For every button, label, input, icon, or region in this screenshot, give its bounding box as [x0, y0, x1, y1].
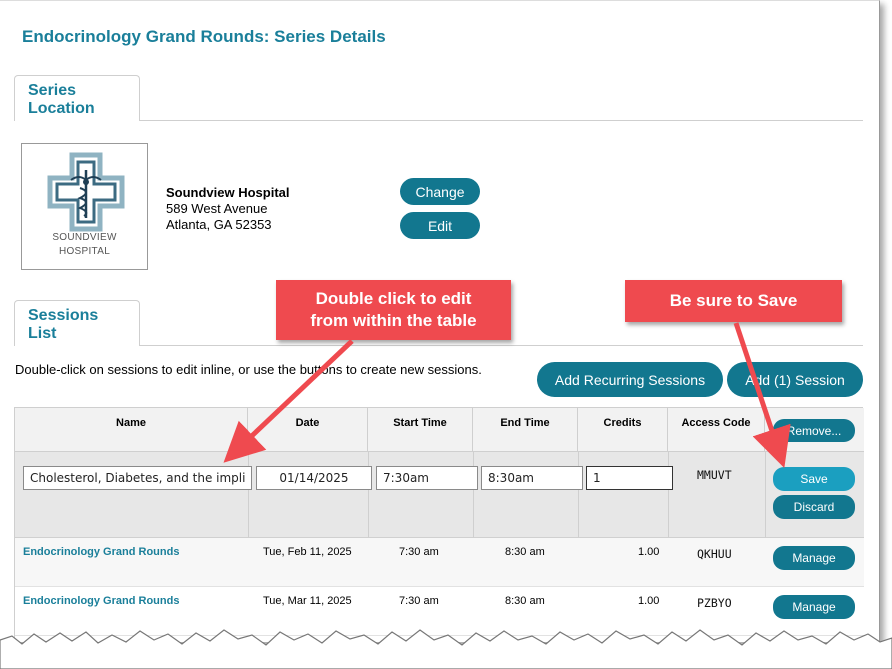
session-end-time: 8:30 am — [505, 546, 545, 558]
session-end-time-input[interactable] — [481, 466, 583, 490]
page-title: Endocrinology Grand Rounds: Series Detai… — [22, 27, 386, 46]
column-divider — [368, 452, 369, 538]
session-date-input[interactable] — [256, 466, 372, 490]
tab-divider — [140, 120, 863, 121]
session-access-code: PZBYO — [697, 596, 732, 610]
session-start-time: 7:30 am — [399, 595, 439, 607]
inline-edit-row[interactable] — [15, 452, 864, 538]
tab-label-line1: Sessions — [28, 307, 99, 324]
sessions-instruction: Double-click on sessions to edit inline,… — [15, 362, 482, 377]
series-details-page: Endocrinology Grand Rounds: Series Detai… — [0, 0, 880, 642]
change-location-button[interactable]: Change — [400, 178, 480, 205]
column-header-access-code[interactable]: Access Code — [668, 408, 765, 452]
logo-text-line2: HOSPITAL — [58, 246, 111, 257]
session-access-code: QKHUU — [697, 547, 732, 561]
remove-sessions-button[interactable]: Remove... — [773, 419, 855, 442]
tab-series-location[interactable]: Series Location — [14, 75, 140, 121]
tab-divider — [140, 345, 863, 346]
manage-session-button[interactable]: Manage — [773, 595, 855, 619]
session-credits-input[interactable] — [586, 466, 673, 490]
edit-row-access-code: MMUVT — [697, 468, 732, 482]
column-header-start-time[interactable]: Start Time — [368, 408, 473, 452]
hospital-logo: SOUNDVIEW HOSPITAL — [21, 143, 148, 270]
table-row[interactable]: Endocrinology Grand Rounds Tue, Feb 11, … — [15, 538, 864, 587]
session-credits: 1.00 — [638, 546, 660, 558]
column-divider — [473, 452, 474, 538]
sessions-table: Name Date Start Time End Time Credits Ac… — [14, 407, 864, 642]
manage-session-button[interactable]: Manage — [773, 546, 855, 570]
session-date: Tue, Feb 11, 2025 — [263, 546, 352, 558]
callout-line1: Double click to edit — [315, 289, 472, 308]
session-name-link[interactable]: Endocrinology Grand Rounds — [23, 595, 179, 607]
save-session-button[interactable]: Save — [773, 467, 855, 491]
tab-label-line2: List — [28, 325, 57, 342]
session-start-time: 7:30 am — [399, 546, 439, 558]
session-date: Tue, Mar 11, 2025 — [263, 595, 352, 607]
tab-label-line1: Series — [28, 82, 77, 99]
column-header-credits[interactable]: Credits — [578, 408, 668, 452]
location-address-line2: Atlanta, GA 52353 — [166, 217, 272, 232]
session-name-link[interactable]: Endocrinology Grand Rounds — [23, 546, 179, 558]
session-end-time: 8:30 am — [505, 595, 545, 607]
tab-sessions-list[interactable]: Sessions List — [14, 300, 140, 346]
column-divider — [765, 452, 766, 538]
edit-inline-callout: Double click to edit from within the tab… — [276, 280, 511, 340]
add-recurring-sessions-button[interactable]: Add Recurring Sessions — [537, 362, 723, 397]
location-address-line1: 589 West Avenue — [166, 201, 268, 216]
edit-location-button[interactable]: Edit — [400, 212, 480, 239]
tab-label-line2: Location — [28, 100, 95, 117]
column-header-end-time[interactable]: End Time — [473, 408, 578, 452]
discard-session-button[interactable]: Discard — [773, 495, 855, 519]
session-name-input[interactable] — [23, 466, 252, 490]
session-start-time-input[interactable] — [376, 466, 478, 490]
column-divider — [248, 452, 249, 538]
column-divider — [578, 452, 579, 538]
column-divider — [668, 452, 669, 538]
column-header-name[interactable]: Name — [15, 408, 248, 452]
torn-edge — [0, 629, 892, 669]
column-header-date[interactable]: Date — [248, 408, 368, 452]
save-callout: Be sure to Save — [625, 280, 842, 322]
session-credits: 1.00 — [638, 595, 660, 607]
logo-text-line1: SOUNDVIEW — [52, 232, 117, 243]
location-name: Soundview Hospital — [166, 185, 290, 200]
callout-line2: from within the table — [310, 311, 477, 330]
add-one-session-button[interactable]: Add (1) Session — [727, 362, 863, 397]
